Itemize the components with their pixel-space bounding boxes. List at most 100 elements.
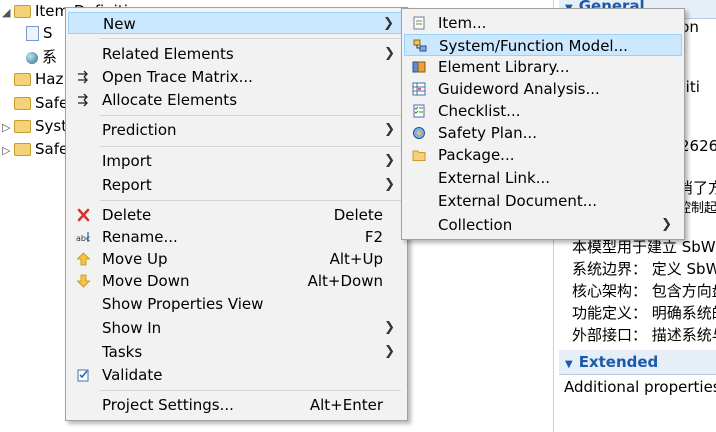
menu-item-label: Element Library... xyxy=(438,58,570,76)
submenu-item-element-library[interactable]: Element Library... xyxy=(404,56,682,78)
allocate-icon xyxy=(78,93,88,107)
menu-item-allocate-elements[interactable]: Allocate Elements xyxy=(68,89,405,111)
menu-item-related-elements[interactable]: Related Elements ❯ xyxy=(68,43,405,65)
folder-icon xyxy=(14,97,31,110)
menu-item-label: Safety Plan... xyxy=(438,124,537,142)
shortcut-label: Alt+Down xyxy=(307,272,383,290)
folder-icon xyxy=(14,120,31,133)
checklist-icon xyxy=(413,104,425,118)
tree-item[interactable]: 系 xyxy=(26,46,57,68)
menu-item-label: Delete xyxy=(102,206,152,224)
menu-item-open-trace-matrix[interactable]: Open Trace Matrix... xyxy=(68,66,405,88)
package-icon xyxy=(412,150,426,161)
collapse-arrow-icon[interactable]: ▷ xyxy=(2,140,14,162)
shortcut-label: Alt+Enter xyxy=(309,396,383,414)
tree-item[interactable]: ▷ Syst xyxy=(2,115,67,137)
menu-item-label: Tasks xyxy=(102,343,143,361)
menu-item-label: Move Up xyxy=(102,250,168,268)
menu-item-project-settings[interactable]: Project Settings... Alt+Enter xyxy=(68,394,405,416)
menu-item-label: External Link... xyxy=(438,169,551,187)
menu-separator xyxy=(100,115,401,116)
submenu-arrow-icon: ❯ xyxy=(384,320,395,335)
menu-item-label: Report xyxy=(102,176,152,194)
element-library-icon xyxy=(412,61,426,73)
tree-item-label: Haz xyxy=(35,70,64,88)
extended-text: Additional properties xyxy=(564,378,716,396)
submenu-arrow-icon: ❯ xyxy=(384,177,395,192)
menu-item-label: Open Trace Matrix... xyxy=(102,68,253,86)
submenu-item-item[interactable]: Item... xyxy=(404,12,682,34)
menu-item-show-properties-view[interactable]: Show Properties View xyxy=(68,293,405,315)
menu-item-label: Checklist... xyxy=(438,102,521,120)
shortcut-label: Alt+Up xyxy=(329,250,383,268)
document-icon xyxy=(26,26,39,41)
menu-item-move-down[interactable]: Move Down Alt+Down xyxy=(68,270,405,292)
guideword-icon xyxy=(412,82,426,96)
tree-item[interactable]: S xyxy=(26,22,53,44)
rename-icon: abc xyxy=(76,232,90,243)
menu-item-label: System/Function Model... xyxy=(439,37,628,55)
folder-icon xyxy=(14,143,31,156)
sphere-icon xyxy=(26,51,38,64)
trace-icon xyxy=(78,70,88,84)
tree-item-label: Safe xyxy=(35,140,69,158)
submenu-arrow-icon: ❯ xyxy=(384,122,395,137)
menu-item-new[interactable]: New ❯ xyxy=(68,12,405,34)
new-submenu: Item... System/Function Model... Element… xyxy=(401,8,685,240)
move-up-icon xyxy=(76,252,91,266)
extended-section-header[interactable]: ▼ Extended xyxy=(559,350,716,375)
section-title: Extended xyxy=(578,353,659,371)
folder-open-icon xyxy=(14,5,31,18)
menu-separator xyxy=(100,390,401,391)
submenu-arrow-icon: ❯ xyxy=(384,153,395,168)
tree-item[interactable]: Safe xyxy=(14,92,68,114)
collapse-triangle-icon: ▼ xyxy=(565,359,573,370)
menu-item-label: Project Settings... xyxy=(102,396,234,414)
menu-item-label: Allocate Elements xyxy=(102,91,238,109)
description-line: 系统边界： 定义 SbW xyxy=(572,260,716,278)
property-text: 2626 xyxy=(680,137,716,155)
validate-icon xyxy=(77,369,89,382)
menu-item-label: Package... xyxy=(438,146,515,164)
submenu-arrow-icon: ❯ xyxy=(661,217,672,232)
tree-item[interactable]: Haz xyxy=(14,68,63,90)
submenu-item-checklist[interactable]: Checklist... xyxy=(404,100,682,122)
menu-item-delete[interactable]: Delete Delete xyxy=(68,204,405,226)
menu-item-tasks[interactable]: Tasks ❯ xyxy=(68,341,405,363)
submenu-arrow-icon: ❯ xyxy=(383,16,394,31)
submenu-item-external-link[interactable]: External Link... xyxy=(404,167,682,189)
submenu-item-external-document[interactable]: External Document... xyxy=(404,190,682,212)
menu-item-label: Validate xyxy=(102,366,163,384)
collapse-arrow-icon[interactable]: ▷ xyxy=(2,117,14,139)
menu-item-label: Show In xyxy=(102,319,162,337)
safety-plan-icon xyxy=(413,127,425,139)
tree-item-label: S xyxy=(43,24,53,42)
submenu-item-collection[interactable]: Collection ❯ xyxy=(404,214,682,236)
menu-item-label: Rename... xyxy=(102,228,178,246)
submenu-item-package[interactable]: Package... xyxy=(404,144,682,166)
menu-separator xyxy=(100,146,401,147)
submenu-item-safety-plan[interactable]: Safety Plan... xyxy=(404,122,682,144)
menu-item-label: Move Down xyxy=(102,272,190,290)
menu-item-label: Related Elements xyxy=(102,45,234,63)
menu-item-report[interactable]: Report ❯ xyxy=(68,174,405,196)
menu-item-import[interactable]: Import ❯ xyxy=(68,150,405,172)
submenu-item-guideword-analysis[interactable]: Guideword Analysis... xyxy=(404,78,682,100)
menu-item-move-up[interactable]: Move Up Alt+Up xyxy=(68,248,405,270)
tree-item-label: 系 xyxy=(42,48,58,66)
tree-item[interactable]: ▷ Safe xyxy=(2,138,68,160)
tree-item-label: Safe xyxy=(35,94,69,112)
submenu-arrow-icon: ❯ xyxy=(384,46,395,61)
menu-item-label: New xyxy=(103,15,136,33)
context-menu: New ❯ Related Elements ❯ Open Trace Matr… xyxy=(65,7,408,421)
expand-arrow-icon[interactable]: ◢ xyxy=(2,2,14,24)
menu-item-label: Import xyxy=(102,152,152,170)
tree-item-label: Syst xyxy=(35,117,68,135)
submenu-item-system-function-model[interactable]: System/Function Model... xyxy=(404,34,682,56)
menu-item-label: Guideword Analysis... xyxy=(438,80,600,98)
menu-item-show-in[interactable]: Show In ❯ xyxy=(68,317,405,339)
menu-item-validate[interactable]: Validate xyxy=(68,364,405,386)
item-icon xyxy=(413,16,425,30)
menu-item-rename[interactable]: abc Rename... F2 xyxy=(68,226,405,248)
menu-item-prediction[interactable]: Prediction ❯ xyxy=(68,119,405,141)
